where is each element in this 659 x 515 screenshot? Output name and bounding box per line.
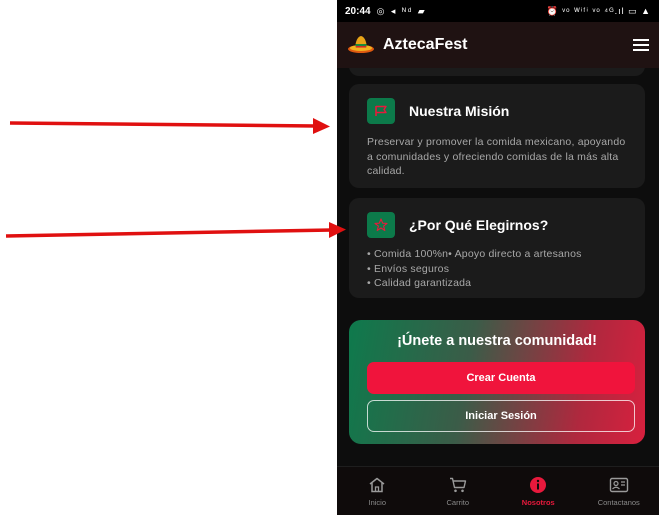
mission-title: Nuestra Misión bbox=[409, 103, 510, 119]
contact-card-icon bbox=[609, 476, 629, 494]
app-title: AztecaFest bbox=[383, 36, 468, 53]
mission-card-header: Nuestra Misión bbox=[349, 84, 645, 124]
cart-icon bbox=[448, 476, 468, 494]
nav-label-nosotros: Nosotros bbox=[521, 497, 555, 507]
mission-card: Nuestra Misión Preservar y promover la c… bbox=[349, 84, 645, 188]
status-right-icons: ⏰ ᵛᵒ ᵂⁱᶠⁱ ᵛᵒ ⁴ᴳ.ıl ▭ ▲ bbox=[546, 5, 651, 16]
login-button[interactable]: Iniciar Sesión bbox=[367, 400, 635, 432]
hamburger-icon[interactable] bbox=[633, 39, 649, 51]
home-icon bbox=[367, 476, 387, 494]
flag-icon bbox=[367, 98, 395, 124]
app-header: AztecaFest bbox=[337, 22, 659, 68]
nav-item-nosotros[interactable]: Nosotros bbox=[498, 467, 579, 515]
screenshot-stage: 20:44 ◎ ◂ ᴺᵈ ▰ ⏰ ᵛᵒ ᵂⁱᶠⁱ ᵛᵒ ⁴ᴳ.ıl ▭ ▲ Az… bbox=[0, 0, 659, 515]
nav-label-contactanos: Contactanos bbox=[597, 497, 640, 507]
star-icon bbox=[367, 212, 395, 238]
join-community-banner: ¡Únete a nuestra comunidad! Crear Cuenta… bbox=[349, 320, 645, 444]
info-icon bbox=[528, 476, 548, 494]
why-us-card-header: ¿Por Qué Elegirnos? bbox=[349, 198, 645, 238]
nav-item-contactanos[interactable]: Contactanos bbox=[579, 467, 659, 515]
list-item: • Calidad garantizada bbox=[367, 277, 472, 289]
list-item: • Comida 100%n• Apoyo directo a artesano… bbox=[367, 248, 582, 260]
scroll-content[interactable]: Nuestra Misión Preservar y promover la c… bbox=[337, 68, 659, 466]
nav-item-carrito[interactable]: Carrito bbox=[418, 467, 499, 515]
status-bar: 20:44 ◎ ◂ ᴺᵈ ▰ ⏰ ᵛᵒ ᵂⁱᶠⁱ ᵛᵒ ⁴ᴳ.ıl ▭ ▲ bbox=[337, 0, 659, 22]
mission-text: Preservar y promover la comida mexicano,… bbox=[367, 136, 626, 177]
why-us-list: • Comida 100%n• Apoyo directo a artesano… bbox=[349, 238, 645, 291]
annotation-arrow-why-us bbox=[5, 222, 346, 238]
sombrero-logo-icon bbox=[347, 31, 375, 59]
create-account-button[interactable]: Crear Cuenta bbox=[367, 362, 635, 394]
status-left-icons: ◎ ◂ ᴺᵈ ▰ bbox=[376, 5, 427, 16]
bottom-navigation: Inicio Carrito Nosotros Contactanos bbox=[337, 466, 659, 515]
nav-item-inicio[interactable]: Inicio bbox=[337, 467, 418, 515]
nav-label-carrito: Carrito bbox=[446, 497, 469, 507]
why-us-title: ¿Por Qué Elegirnos? bbox=[409, 217, 549, 233]
phone-screen: 20:44 ◎ ◂ ᴺᵈ ▰ ⏰ ᵛᵒ ᵂⁱᶠⁱ ᵛᵒ ⁴ᴳ.ıl ▭ ▲ Az… bbox=[337, 0, 659, 515]
annotation-arrow-mission bbox=[9, 118, 330, 134]
previous-card-edge bbox=[349, 68, 645, 76]
list-item: • Envíos seguros bbox=[367, 262, 450, 275]
why-us-card: ¿Por Qué Elegirnos? • Comida 100%n• Apoy… bbox=[349, 198, 645, 298]
join-community-title: ¡Únete a nuestra comunidad! bbox=[397, 333, 597, 349]
status-time: 20:44 bbox=[345, 5, 371, 17]
nav-label-inicio: Inicio bbox=[368, 497, 386, 507]
